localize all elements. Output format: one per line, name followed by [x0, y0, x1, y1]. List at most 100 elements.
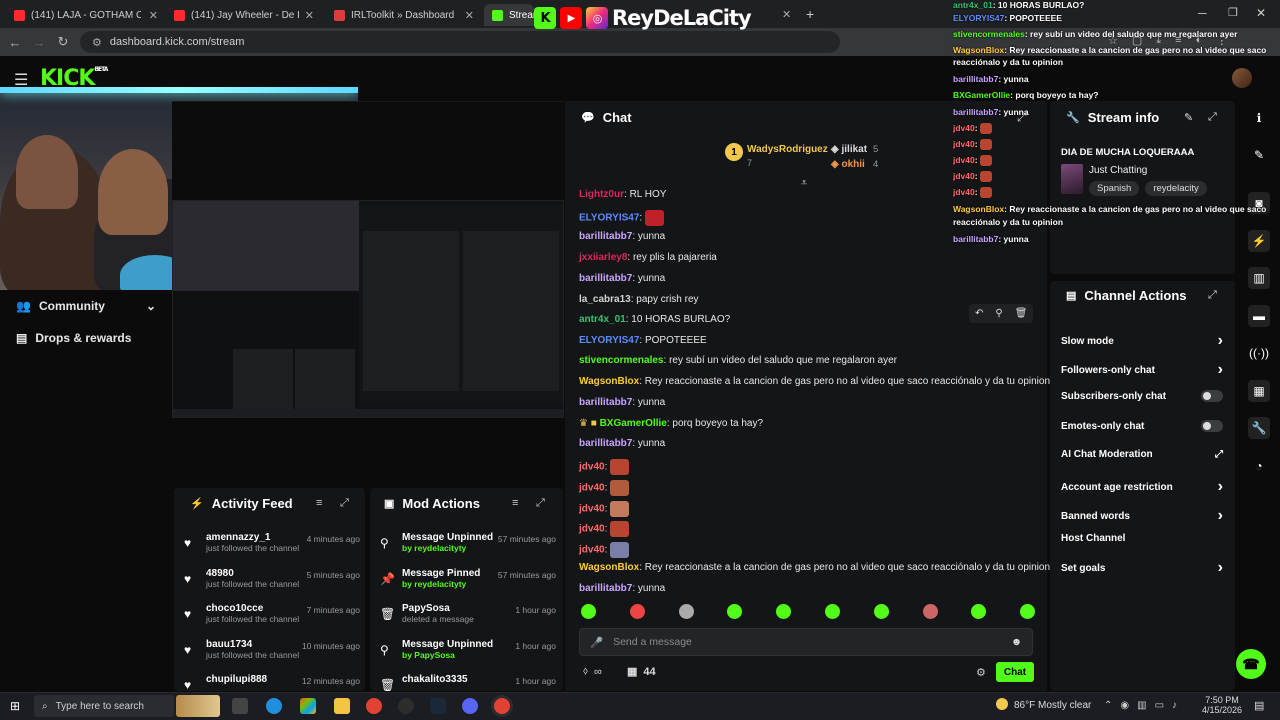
new-tab-button[interactable]: +	[806, 6, 814, 22]
browser-tab[interactable]: (141) Jay Wheeler - De Lejitos ( ✕	[166, 4, 322, 26]
channel-action-item[interactable]: Banned words ›	[1061, 507, 1223, 525]
send-chat-button[interactable]: Chat	[996, 662, 1034, 682]
settings-icon[interactable]: ⚙	[976, 666, 986, 679]
edge-icon[interactable]	[266, 698, 282, 714]
chat-username[interactable]: barillitabb7	[579, 438, 632, 449]
clock-icon[interactable]: ◔	[1248, 455, 1270, 477]
help-chat-button[interactable]: ☎	[1236, 649, 1266, 679]
copilot-icon[interactable]	[300, 698, 316, 714]
emote-shortcut[interactable]	[581, 604, 596, 619]
reply-icon[interactable]: ↶	[975, 308, 983, 319]
chat-icon[interactable]: ▬	[1248, 305, 1270, 327]
taskbar-search[interactable]: ⌕ Type here to search	[34, 695, 174, 717]
chat-username[interactable]: ELYORYIS47	[579, 213, 639, 224]
sidebar-item-community[interactable]: 👥 Community ⌄	[16, 299, 156, 313]
chat-username[interactable]: barillitabb7	[579, 583, 632, 594]
minimize-button[interactable]: ─	[1198, 6, 1207, 20]
task-view-icon[interactable]	[232, 698, 248, 714]
trash-icon[interactable]: 🗑	[1015, 308, 1028, 319]
mod-action-by[interactable]: by reydelacityty	[402, 543, 556, 553]
explorer-icon[interactable]	[334, 698, 350, 714]
chat-username[interactable]: WagsonBlox	[579, 562, 639, 573]
channel-action-item[interactable]: Followers-only chat ›	[1061, 361, 1223, 379]
emote-shortcut[interactable]	[678, 604, 694, 619]
chat-username[interactable]: stivencormenales	[579, 355, 664, 366]
chat-username[interactable]: WagsonBlox	[579, 376, 639, 387]
clock[interactable]: 7:50 PM 4/15/2026	[1198, 695, 1246, 715]
wrench-icon[interactable]: 🔧	[1248, 417, 1270, 439]
popout-icon[interactable]: ⤢	[536, 497, 545, 510]
close-icon[interactable]: ✕	[305, 9, 314, 22]
collapse-icon[interactable]: ⩡	[801, 177, 807, 190]
emote-shortcut[interactable]	[776, 604, 792, 619]
toggle-switch[interactable]	[1201, 390, 1223, 402]
emote-shortcut[interactable]	[922, 604, 938, 619]
stream-category[interactable]: Just Chatting	[1089, 165, 1147, 176]
avatar[interactable]	[1232, 68, 1252, 88]
back-icon[interactable]: ←	[8, 35, 22, 50]
site-info-icon[interactable]: ⚙	[92, 36, 102, 49]
chat-username[interactable]: barillitabb7	[579, 273, 632, 284]
reload-icon[interactable]: ↻	[56, 34, 70, 50]
broadcast-icon[interactable]: ((·))	[1248, 342, 1270, 364]
layout-icon[interactable]: ▦	[1248, 380, 1270, 402]
stream-preview-video[interactable]	[172, 200, 564, 418]
obs-icon[interactable]	[398, 698, 414, 714]
channel-action-item[interactable]: Subscribers-only chat	[1061, 390, 1223, 402]
filter-icon[interactable]: ≡	[512, 497, 518, 509]
volume-icon[interactable]: ♪	[1172, 700, 1177, 711]
pencil-icon[interactable]: ✎	[1248, 144, 1270, 166]
microphone-icon[interactable]: 🎤	[590, 636, 603, 649]
channel-action-item[interactable]: Slow mode ›	[1061, 332, 1223, 350]
windows-start-icon[interactable]: ⊞	[10, 699, 20, 713]
list-icon[interactable]: ▥	[1248, 267, 1270, 289]
channel-action-item[interactable]: Set goals ›	[1061, 559, 1223, 577]
chat-username[interactable]: Lightz0ur	[579, 189, 624, 200]
emote-shortcut[interactable]	[727, 604, 743, 619]
close-icon[interactable]: ✕	[782, 8, 791, 21]
tag[interactable]: reydelacity	[1145, 181, 1207, 196]
leaderboard-name[interactable]: ◈ jilikat	[831, 144, 867, 155]
chrome-active-icon[interactable]	[494, 698, 510, 714]
leaderboard-name[interactable]: ◈ okhii	[831, 159, 865, 170]
browser-tab[interactable]: IRLToolkit » Dashboard ✕	[326, 4, 482, 26]
chat-username[interactable]: BXGamerOllie	[600, 418, 667, 429]
popout-icon[interactable]: ⤢	[1208, 111, 1217, 124]
channel-action-item[interactable]: Emotes-only chat	[1061, 420, 1223, 432]
channel-action-item[interactable]: Account age restriction ›	[1061, 478, 1223, 496]
browser-tab[interactable]: (141) LAJA - GOTHAM CITY(Vid ✕	[6, 4, 166, 26]
close-icon[interactable]: ✕	[149, 9, 158, 22]
display-icon[interactable]: ▭	[1155, 700, 1164, 711]
chevron-up-icon[interactable]: ⌃	[1104, 700, 1112, 711]
filter-icon[interactable]: ≡	[316, 497, 322, 509]
channel-action-item[interactable]: AI Chat Moderation ⤢	[1061, 449, 1223, 460]
viewer-count[interactable]: ▦ 44	[627, 665, 656, 679]
forward-icon[interactable]: →	[32, 35, 46, 50]
chat-username[interactable]: jdv40	[579, 504, 605, 515]
emote-shortcut[interactable]	[1020, 604, 1036, 619]
chrome-icon[interactable]	[366, 698, 382, 714]
chat-username[interactable]: jdv40	[579, 462, 605, 473]
mic-icon[interactable]: ◉	[1120, 700, 1129, 711]
discord-icon[interactable]	[462, 698, 478, 714]
close-icon[interactable]: ✕	[465, 9, 474, 22]
chat-username[interactable]: barillitabb7	[579, 397, 632, 408]
chat-username[interactable]: jdv40	[579, 483, 605, 494]
emote-shortcut[interactable]	[629, 604, 645, 619]
edit-icon[interactable]: ✎	[1184, 111, 1193, 124]
chat-username[interactable]: jdv40	[579, 545, 605, 556]
close-window-button[interactable]: ✕	[1256, 6, 1266, 20]
popout-icon[interactable]: ⤢	[1208, 289, 1217, 302]
chat-username[interactable]: antr4x_01	[579, 314, 626, 325]
mod-action-by[interactable]: by reydelacityty	[402, 579, 556, 589]
leaderboard-name[interactable]: WadysRodriguez	[747, 144, 828, 155]
steam-icon[interactable]	[430, 698, 446, 714]
url-field[interactable]: ⚙ dashboard.kick.com/stream	[80, 31, 840, 53]
emote-shortcut[interactable]	[873, 604, 889, 619]
tag[interactable]: Spanish	[1089, 181, 1140, 196]
points-indicator[interactable]: ⬨ ∞	[583, 665, 602, 678]
toggle-switch[interactable]	[1201, 420, 1223, 432]
info-icon[interactable]: ℹ	[1248, 107, 1270, 129]
chat-username[interactable]: jdv40	[579, 524, 605, 535]
chat-input[interactable]: 🎤 Send a message ☻	[579, 628, 1033, 656]
